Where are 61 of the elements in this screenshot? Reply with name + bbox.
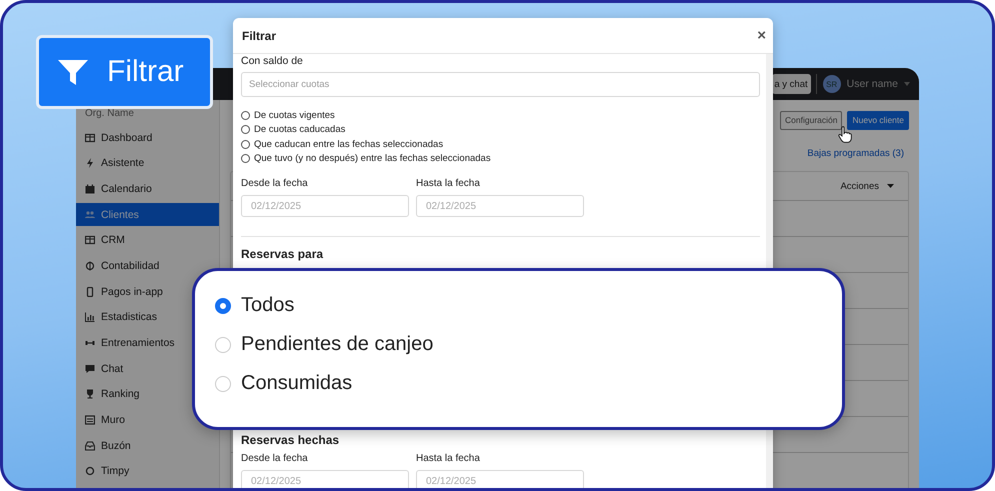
- sidebar-item[interactable]: Buzón: [76, 434, 219, 458]
- radio-label: Que caducan entre las fechas seleccionadas: [254, 138, 444, 150]
- radio-button[interactable]: [241, 125, 250, 134]
- field-label: Hasta la fecha: [416, 453, 481, 464]
- section-title: Reservas para: [241, 247, 324, 261]
- filter-icon: [58, 60, 88, 84]
- radio-button[interactable]: [241, 140, 250, 149]
- top-bar-button[interactable]: a y chat: [772, 74, 811, 94]
- columns-icon: [85, 235, 95, 246]
- link[interactable]: Bajas programadas (3): [807, 148, 904, 159]
- wall-icon: [85, 415, 95, 426]
- circle-icon: [85, 466, 95, 476]
- actions-dropdown[interactable]: Acciones: [840, 180, 894, 192]
- radio-label: Consumidas: [241, 372, 352, 395]
- field-label: Con saldo de: [241, 55, 304, 67]
- dumbbell-icon: [85, 338, 95, 348]
- new-button[interactable]: Nuevo cliente: [847, 110, 909, 130]
- sidebar-item[interactable]: CRM: [76, 228, 219, 252]
- caret-icon: [887, 184, 894, 188]
- field-label: Hasta la fecha: [416, 178, 481, 189]
- radio-label: De cuotas caducadas: [254, 124, 346, 136]
- sidebar-item[interactable]: Calendario: [76, 177, 219, 200]
- sidebar-item[interactable]: Muro: [76, 408, 219, 432]
- bar-chart-icon: [85, 312, 95, 322]
- sidebar-item[interactable]: Contabilidad: [76, 254, 219, 278]
- sidebar-item[interactable]: Asistente: [76, 152, 219, 175]
- trophy-icon: [85, 389, 95, 400]
- radio-label: Pendientes de canjeo: [241, 333, 434, 356]
- section-title: Reservas hechas: [241, 433, 340, 447]
- radio-label: Que tuvo (y no después) entre las fechas seleccionadas: [254, 153, 491, 164]
- sidebar-item[interactable]: Clientes: [76, 203, 219, 226]
- sidebar-item[interactable]: Ranking: [76, 382, 219, 406]
- inbox-icon: [85, 440, 95, 451]
- chat-icon: [85, 364, 95, 374]
- org-name: Org. Name: [84, 107, 135, 121]
- coin-icon: [85, 260, 95, 271]
- close-button[interactable]: ×: [754, 27, 769, 44]
- sidebar-item[interactable]: Timpy: [76, 460, 219, 483]
- radio-button[interactable]: [241, 154, 250, 164]
- radio-label: Todos: [241, 294, 294, 317]
- sidebar-item[interactable]: Estadisticas: [76, 306, 219, 329]
- sidebar-item[interactable]: Entrenamientos: [76, 332, 219, 354]
- radio-label: De cuotas vigentes: [254, 110, 335, 121]
- people-icon: [85, 210, 95, 220]
- radio-button[interactable]: [241, 110, 250, 120]
- lightning-icon: [85, 158, 95, 168]
- settings-button[interactable]: Configuración: [780, 110, 842, 130]
- field-label: Desde la fecha: [241, 178, 309, 189]
- sidebar-item[interactable]: Pagos in-app: [76, 280, 219, 304]
- radio-button[interactable]: [215, 298, 231, 314]
- phone-icon: [85, 286, 95, 297]
- filter-button[interactable]: Filtrar: [36, 35, 213, 109]
- dialog-title: Filtrar: [242, 28, 276, 42]
- user-menu[interactable]: User name: [846, 78, 898, 90]
- calendar-icon: [85, 184, 95, 194]
- sidebar-item[interactable]: Chat: [76, 357, 219, 380]
- pointer-cursor-icon: [838, 126, 852, 143]
- sidebar-item[interactable]: Dashboard: [76, 126, 219, 149]
- dashboard-icon: [85, 132, 95, 142]
- field-label: Desde la fecha: [241, 453, 309, 464]
- caret-icon: [904, 82, 910, 86]
